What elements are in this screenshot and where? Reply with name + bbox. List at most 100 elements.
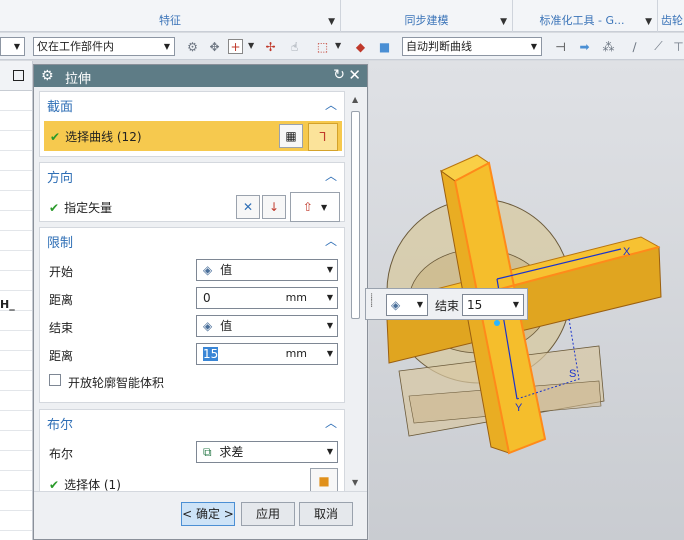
dialog-title-bar[interactable]: ⚙ 拉伸 ↻ ✕ <box>34 65 367 87</box>
scroll-down-icon[interactable]: ▼ <box>352 478 358 487</box>
snap-arc-icon[interactable]: ✢ <box>262 38 279 55</box>
type-filter-dropdown[interactable]: ▼ <box>0 37 25 56</box>
boolean-title: 布尔 <box>47 418 74 433</box>
chevron-down-icon[interactable]: ▼ <box>248 41 254 50</box>
ribbon-group-gear[interactable]: 齿轮 <box>658 0 684 32</box>
scope-filter-dropdown[interactable]: 仅在工作部件内 ▼ <box>33 37 175 56</box>
ribbon-group-standard-tools[interactable]: 标准化工具 - G... ▼ <box>513 0 658 32</box>
select-feature-icon[interactable]: ✥ <box>206 38 223 55</box>
curve-rule-value: 自动判断曲线 <box>406 40 472 53</box>
reverse-direction-button[interactable]: ✕ <box>236 195 260 219</box>
add-point-icon[interactable]: + <box>228 39 243 54</box>
cancel-button[interactable]: 取消 <box>299 502 353 526</box>
chevron-down-icon[interactable]: ▼ <box>328 17 335 27</box>
navigator-row[interactable] <box>0 331 32 351</box>
start-type-dropdown[interactable]: ◈ 值 ▼ <box>196 259 338 281</box>
dimension-icon[interactable]: ⊤ <box>670 38 684 55</box>
chevron-down-icon[interactable]: ▼ <box>335 41 341 50</box>
inferred-vector-dropdown[interactable]: ⇧ ▼ <box>290 192 340 222</box>
scroll-up-icon[interactable]: ▲ <box>352 95 358 104</box>
curve-button[interactable]: Ꞁ <box>308 123 338 151</box>
check-icon: ✔ <box>50 130 61 144</box>
curve-rule-dropdown[interactable]: 自动判断曲线 ▼ <box>402 37 542 56</box>
popup-type-dropdown[interactable]: ◈ ▼ <box>386 294 428 316</box>
navigator-row[interactable] <box>0 231 32 251</box>
navigator-row[interactable] <box>0 511 32 531</box>
vector-dialog-button[interactable]: ↓ <box>262 195 286 219</box>
popup-end-label: 结束 <box>435 299 460 313</box>
check-icon: ✔ <box>49 201 60 215</box>
tool-hand-icon[interactable]: ☝ <box>286 38 303 55</box>
open-profile-label: 开放轮廓智能体积 <box>68 376 165 390</box>
snap-point-icon[interactable]: ⚙ <box>184 38 201 55</box>
sketch-section-button[interactable]: ▦ <box>279 124 303 148</box>
select-curve-label: 选择曲线 (12) <box>65 130 142 144</box>
selection-toolbar: ▼ 仅在工作部件内 ▼ ⚙ ✥ + ▼ ✢ ☝ ⬚ ▼ ◆ ■ 自动判断曲线 ▼… <box>0 33 684 60</box>
navigator-row[interactable] <box>0 131 32 151</box>
scrollbar-thumb[interactable] <box>351 111 360 319</box>
section-header[interactable]: 截面 ︿ <box>40 92 344 116</box>
grip-icon[interactable]: ⁞ ⁞ <box>370 293 373 310</box>
select-body-label: 选择体 (1) <box>64 478 121 491</box>
ribbon-group-features-label: 特征 <box>159 14 181 27</box>
window-icon[interactable] <box>13 70 24 81</box>
end-distance-input[interactable]: 15 mm ▼ <box>196 343 338 365</box>
dialog-title: 拉伸 <box>65 72 92 87</box>
navigator-row[interactable] <box>0 151 32 171</box>
apply-button[interactable]: 应用 <box>241 502 295 526</box>
chevron-down-icon[interactable]: ▼ <box>645 17 652 27</box>
navigator-row[interactable] <box>0 91 32 111</box>
follow-fillet-icon[interactable]: ➡ <box>576 38 593 55</box>
open-profile-row[interactable]: 开放轮廓智能体积 <box>40 368 344 394</box>
ok-button[interactable]: < 确定 > <box>181 502 235 526</box>
navigator-row[interactable] <box>0 411 32 431</box>
direction-header[interactable]: 方向 ︿ <box>40 163 344 187</box>
chevron-down-icon: ▼ <box>530 42 538 51</box>
navigator-row[interactable] <box>0 431 32 451</box>
chevron-down-icon: ▼ <box>512 300 519 309</box>
rectangle-select-icon[interactable]: ⬚ <box>314 38 331 55</box>
navigator-item-label: H_ <box>0 298 15 311</box>
select-body-row[interactable]: ✔ 选择体 (1) <box>40 470 344 491</box>
navigator-row[interactable] <box>0 271 32 291</box>
navigator-row[interactable] <box>0 471 32 491</box>
cube-icon: ◈ <box>203 263 213 277</box>
navigator-row[interactable] <box>0 111 32 131</box>
stop-at-intersection-icon[interactable]: ⊣ <box>552 38 569 55</box>
ribbon-group-features[interactable]: 特征 ▼ <box>0 0 341 32</box>
navigator-row[interactable] <box>0 251 32 271</box>
cube-icon[interactable]: ■ <box>376 38 393 55</box>
dialog-scrollbar[interactable]: ▲ ▼ <box>347 89 365 491</box>
chevron-down-icon[interactable]: ▼ <box>500 17 507 27</box>
chevron-down-icon: ▼ <box>13 42 21 51</box>
chain-within-feature-icon[interactable]: ⁂ <box>600 38 617 55</box>
end-type-dropdown[interactable]: ◈ 值 ▼ <box>196 315 338 337</box>
open-profile-checkbox[interactable] <box>49 374 61 386</box>
start-distance-input[interactable]: 0 mm ▼ <box>196 287 338 309</box>
collapse-icon[interactable]: ︿ <box>325 232 337 249</box>
navigator-row[interactable] <box>0 191 32 211</box>
eraser-icon[interactable]: ◆ <box>352 38 369 55</box>
navigator-row[interactable] <box>0 451 32 471</box>
navigator-row[interactable] <box>0 491 32 511</box>
limits-header[interactable]: 限制 ︿ <box>40 228 344 252</box>
line-icon[interactable]: ∕ <box>626 38 643 55</box>
navigator-row[interactable] <box>0 351 32 371</box>
collapse-icon[interactable]: ︿ <box>325 96 337 113</box>
ribbon-group-sync-modeling[interactable]: 同步建模 ▼ <box>341 0 513 32</box>
boolean-header[interactable]: 布尔 ︿ <box>40 410 344 434</box>
collapse-icon[interactable]: ︿ <box>325 167 337 184</box>
select-body-button[interactable]: ■ <box>310 468 338 491</box>
navigator-row[interactable] <box>0 311 32 331</box>
collapse-icon[interactable]: ︿ <box>325 414 337 431</box>
close-icon[interactable]: ✕ <box>348 66 361 84</box>
popup-end-input[interactable]: 15 ▼ <box>462 294 524 316</box>
navigator-row[interactable] <box>0 171 32 191</box>
boolean-type-dropdown[interactable]: ⧉ 求差 ▼ <box>196 441 338 463</box>
navigator-row[interactable] <box>0 371 32 391</box>
navigator-row[interactable] <box>0 391 32 411</box>
axis-s-label: S <box>569 368 576 380</box>
reset-icon[interactable]: ↻ <box>333 67 345 83</box>
navigator-row[interactable] <box>0 211 32 231</box>
line-angle-icon[interactable]: ⟋ <box>650 38 667 55</box>
